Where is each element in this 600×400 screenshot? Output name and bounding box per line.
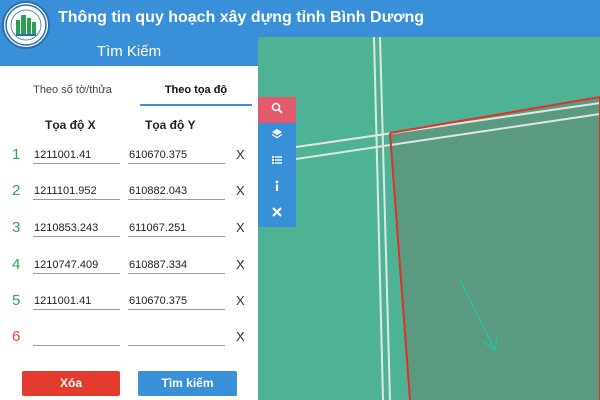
row-number: 1 <box>12 146 21 163</box>
coordinate-y-input[interactable] <box>128 182 225 200</box>
search-icon <box>271 101 283 119</box>
coordinate-x-input[interactable] <box>33 292 120 310</box>
coordinate-y-input[interactable] <box>128 256 225 274</box>
coordinate-row: 3 X <box>0 217 258 239</box>
row-number: 6 <box>12 328 21 345</box>
list-icon <box>271 153 283 171</box>
remove-row-button[interactable]: X <box>236 293 245 308</box>
close-icon <box>271 205 283 223</box>
coordinate-x-input[interactable] <box>33 146 120 164</box>
coordinate-x-input[interactable] <box>33 219 120 237</box>
coordinate-row: 5 X <box>0 290 258 312</box>
row-number: 5 <box>12 292 21 309</box>
map-toolbar <box>258 97 296 229</box>
row-number: 3 <box>12 219 21 236</box>
remove-row-button[interactable]: X <box>236 257 245 272</box>
app-header: Thông tin quy hoạch xây dựng tỉnh Bình D… <box>0 0 600 37</box>
province-logo <box>2 1 50 49</box>
coordinate-row: 4 X <box>0 254 258 276</box>
row-number: 4 <box>12 256 21 273</box>
row-number: 2 <box>12 182 21 199</box>
layers-tool-button[interactable] <box>258 123 296 149</box>
info-icon <box>271 179 283 197</box>
remove-row-button[interactable]: X <box>236 329 245 344</box>
coordinate-row: 6 X <box>0 326 258 348</box>
tab-by-coordinates[interactable]: Theo tọa độ <box>140 76 252 106</box>
coordinate-y-input[interactable] <box>128 292 225 310</box>
close-tool-button[interactable] <box>258 201 296 227</box>
coordinate-y-input[interactable] <box>128 219 225 237</box>
app-title: Thông tin quy hoạch xây dựng tỉnh Bình D… <box>58 9 425 26</box>
remove-row-button[interactable]: X <box>236 183 245 198</box>
remove-row-button[interactable]: X <box>236 147 245 162</box>
search-tabs: Theo số tờ/thửa Theo tọa độ <box>0 76 258 112</box>
coordinate-x-input[interactable] <box>33 256 120 274</box>
info-tool-button[interactable] <box>258 175 296 201</box>
list-tool-button[interactable] <box>258 149 296 175</box>
layers-icon <box>271 127 283 145</box>
search-button[interactable]: Tìm kiếm <box>138 371 237 396</box>
delete-button[interactable]: Xóa <box>22 371 120 396</box>
coordinate-y-input[interactable] <box>128 146 225 164</box>
coordinate-row: 1 X <box>0 144 258 166</box>
coordinate-row: 2 X <box>0 180 258 202</box>
coordinate-x-input[interactable] <box>33 182 120 200</box>
search-tool-button[interactable] <box>258 97 296 123</box>
coordinate-y-input[interactable] <box>128 328 225 346</box>
tab-by-parcel[interactable]: Theo số tờ/thửa <box>10 76 135 104</box>
map-canvas[interactable] <box>258 37 600 400</box>
column-header-y: Tọa độ Y <box>145 118 196 132</box>
column-header-x: Tọa độ X <box>45 118 96 132</box>
remove-row-button[interactable]: X <box>236 220 245 235</box>
coordinate-x-input[interactable] <box>33 328 120 346</box>
